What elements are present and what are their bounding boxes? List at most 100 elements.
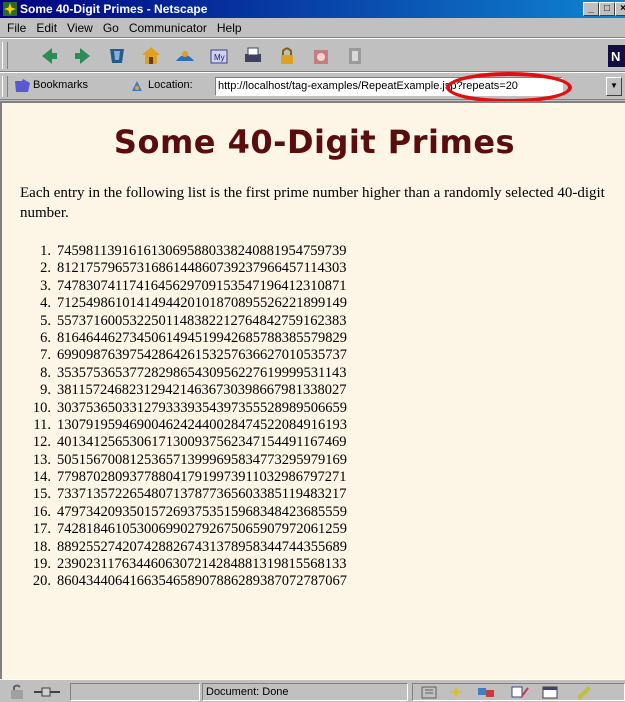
prime-value: 5051567008125365713999695834773295979169 — [57, 451, 347, 468]
menu-go[interactable]: Go — [98, 18, 124, 37]
prime-list-item: 16. 4797342093501572693753515968348423685… — [2, 504, 347, 521]
composer-icon[interactable] — [510, 684, 530, 700]
print-icon[interactable] — [242, 45, 264, 67]
shop-icon[interactable] — [310, 45, 332, 67]
prime-list-item: 13. 5051567008125365713999695834773295979… — [2, 452, 347, 469]
netscape-logo-icon[interactable]: N — [608, 45, 625, 67]
prime-value: 3811572468231294214636730398667981338027 — [57, 382, 347, 399]
prime-number-index: 11. — [33, 416, 51, 433]
search-icon[interactable] — [174, 45, 196, 67]
prime-list: 1. 74598113916161306958803382408819547597… — [2, 243, 347, 591]
close-button[interactable]: × — [615, 2, 625, 16]
prime-list-item: 10. 3037536503312793339354397355528989506… — [2, 400, 347, 417]
intro-text: Each entry in the following list is the … — [20, 185, 605, 221]
prime-list-item: 3. 74783074117416456297091535471964123108… — [2, 278, 347, 295]
forward-icon[interactable] — [72, 45, 94, 67]
page-content: Some 40-Digit Primes Each entry in the f… — [0, 101, 625, 679]
minimize-button[interactable]: _ — [583, 2, 599, 16]
prime-number-index: 2. — [40, 260, 51, 277]
location-icon[interactable] — [130, 79, 144, 93]
security-lock-icon[interactable] — [8, 684, 28, 700]
prime-value: 3037536503312793339354397355528989506659 — [57, 399, 347, 416]
mail-icon[interactable] — [446, 684, 466, 700]
prime-list-item: 14. 7798702809377880417919973911032986797… — [2, 469, 347, 486]
prime-list-item: 5. 55737160053225011483822127648427591623… — [2, 313, 347, 330]
prime-list-item: 1. 74598113916161306958803382408819547597… — [2, 243, 347, 260]
netscape-app-icon — [3, 2, 17, 16]
prime-value: 4013412565306171300937562347154491167469 — [57, 434, 347, 451]
prime-number-index: 8. — [40, 364, 51, 381]
back-icon[interactable] — [38, 45, 60, 67]
menu-help[interactable]: Help — [212, 18, 247, 37]
url-dropdown-button[interactable]: ▼ — [606, 77, 622, 96]
navigation-toolbar: My N — [0, 38, 625, 72]
prime-list-item: 2. 81217579657316861448607392379664571143… — [2, 260, 347, 277]
progress-cell — [70, 683, 200, 701]
prime-value: 1307919594690046242440028474522084916193 — [57, 416, 347, 433]
calendar-icon[interactable] — [540, 684, 560, 700]
prime-number-index: 13. — [32, 451, 51, 468]
highlight-ellipse — [446, 72, 572, 103]
discussions-icon[interactable] — [476, 684, 496, 700]
location-toolbar-grip[interactable] — [2, 76, 8, 97]
netscape-guide-icon[interactable]: My — [208, 45, 230, 67]
prime-value: 2390231176344606307214284881319815568133 — [57, 556, 347, 573]
prime-value: 7798702809377880417919973911032986797271 — [57, 469, 347, 486]
menu-view[interactable]: View — [62, 18, 98, 37]
stop-icon[interactable] — [344, 45, 366, 67]
prime-list-item: 20. 8604344064166354658907886289387072787… — [2, 573, 347, 590]
prime-value: 8164644627345061494519942685788385579829 — [57, 329, 347, 346]
title-bar: Some 40-Digit Primes - Netscape _ □ × — [0, 0, 625, 18]
address-book-icon[interactable] — [574, 684, 594, 700]
prime-number-index: 3. — [40, 277, 51, 294]
menu-communicator[interactable]: Communicator — [124, 18, 212, 37]
bookmarks-button[interactable]: Bookmarks — [33, 79, 88, 91]
prime-value: 8892552742074288267431378958344744355689 — [57, 538, 347, 555]
prime-list-item: 15. 7337135722654807137877365603385119483… — [2, 486, 347, 503]
menu-file[interactable]: File — [2, 18, 31, 37]
prime-list-item: 7. 69909876397542864261532576366270105357… — [2, 347, 347, 364]
toolbar-grip[interactable] — [2, 42, 8, 69]
prime-value: 4797342093501572693753515968348423685559 — [57, 503, 347, 520]
status-bar: Document: Done — [0, 679, 625, 702]
page-title: Some 40-Digit Primes — [113, 123, 516, 161]
prime-list-item: 8. 35357536537728298654309562276199995311… — [2, 365, 347, 382]
prime-number-index: 10. — [32, 399, 51, 416]
prime-value: 6990987639754286426153257636627010535737 — [57, 347, 347, 364]
prime-number-index: 5. — [40, 312, 51, 329]
reload-icon[interactable] — [106, 45, 128, 67]
prime-list-item: 11. 1307919594690046242440028474522084916… — [2, 417, 347, 434]
browser-window: Some 40-Digit Primes - Netscape _ □ × Fi… — [0, 0, 625, 702]
prime-number-index: 16. — [32, 503, 51, 520]
window-title: Some 40-Digit Primes - Netscape — [20, 2, 208, 16]
prime-number-index: 19. — [32, 556, 51, 573]
status-text: Document: Done — [206, 686, 289, 698]
prime-value: 7125498610141494420101870895526221899149 — [57, 295, 347, 312]
maximize-button[interactable]: □ — [599, 2, 615, 16]
prime-number-index: 17. — [32, 521, 51, 538]
prime-number-index: 4. — [40, 295, 51, 312]
home-icon[interactable] — [140, 45, 162, 67]
prime-value: 7459811391616130695880338240881954759739 — [57, 243, 347, 259]
bookmarks-icon — [15, 79, 30, 92]
prime-number-index: 18. — [32, 538, 51, 555]
svg-text:My: My — [214, 53, 225, 62]
prime-list-item: 6. 81646446273450614945199426857883855798… — [2, 330, 347, 347]
menu-edit[interactable]: Edit — [31, 18, 62, 37]
prime-number-index: 14. — [32, 469, 51, 486]
prime-value: 3535753653772829865430956227619999531143 — [57, 364, 347, 381]
prime-value: 7337135722654807137877365603385119483217 — [57, 486, 347, 503]
prime-number-index: 15. — [32, 486, 51, 503]
prime-list-item: 12. 4013412565306171300937562347154491167… — [2, 434, 347, 451]
prime-value: 7428184610530069902792675065907972061259 — [57, 521, 347, 538]
menu-bar: File Edit View Go Communicator Help — [0, 18, 625, 38]
navigator-icon[interactable] — [420, 684, 440, 700]
prime-value: 8604344064166354658907886289387072787067 — [57, 573, 347, 590]
prime-value: 8121757965731686144860739237966457114303 — [57, 260, 347, 277]
prime-value: 7478307411741645629709153547196412310871 — [57, 277, 347, 294]
prime-number-index: 12. — [32, 434, 51, 451]
location-label: Location: — [148, 79, 193, 91]
prime-list-item: 9. 38115724682312942146367303986679813380… — [2, 382, 347, 399]
connection-icon — [34, 687, 60, 697]
security-icon[interactable] — [276, 45, 298, 67]
